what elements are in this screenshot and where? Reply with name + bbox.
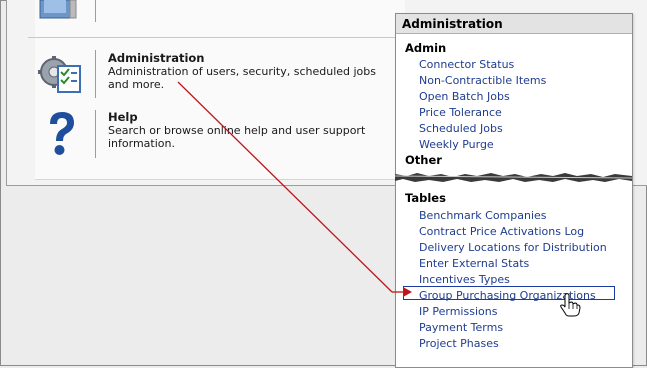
administration-title[interactable]: Administration [108,51,205,65]
menu-item-price-tolerance[interactable]: Price Tolerance [419,106,502,119]
administration-menu: Administration Admin Connector Status No… [395,13,633,368]
menu-item-contract-price-activations-log[interactable]: Contract Price Activations Log [419,225,584,238]
menu-item-scheduled-jobs[interactable]: Scheduled Jobs [419,122,503,135]
help-title[interactable]: Help [108,110,138,124]
menu-item-project-phases[interactable]: Project Phases [419,337,499,350]
administration-menu-header: Administration [396,14,632,34]
section-admin: Admin [405,41,447,55]
menu-item-non-contractible-items[interactable]: Non-Contractible Items [419,74,546,87]
menu-item-benchmark-companies[interactable]: Benchmark Companies [419,209,547,222]
menu-item-weekly-purge[interactable]: Weekly Purge [419,138,494,151]
menu-item-delivery-locations[interactable]: Delivery Locations for Distribution [419,241,607,254]
divider-admin [95,50,96,98]
cropped-app-icon[interactable] [36,0,80,22]
menu-item-open-batch-jobs[interactable]: Open Batch Jobs [419,90,510,103]
menu-item-connector-status[interactable]: Connector Status [419,58,514,71]
section-tables: Tables [405,191,446,205]
hand-pointer-icon [559,293,581,317]
question-mark-icon[interactable] [40,110,84,158]
menu-item-incentives-types[interactable]: Incentives Types [419,273,510,286]
gears-checklist-icon[interactable] [36,50,86,100]
section-separator [28,37,398,38]
divider-top [95,0,96,22]
divider-help [95,110,96,158]
menu-item-ip-permissions[interactable]: IP Permissions [419,305,497,318]
section-other: Other [405,153,442,167]
administration-description: Administration of users, security, sched… [108,65,376,91]
help-description: Search or browse online help and user su… [108,124,366,150]
menu-item-payment-terms[interactable]: Payment Terms [419,321,503,334]
menu-item-enter-external-stats[interactable]: Enter External Stats [419,257,529,270]
torn-edge [395,173,632,182]
highlight-box [403,286,615,300]
